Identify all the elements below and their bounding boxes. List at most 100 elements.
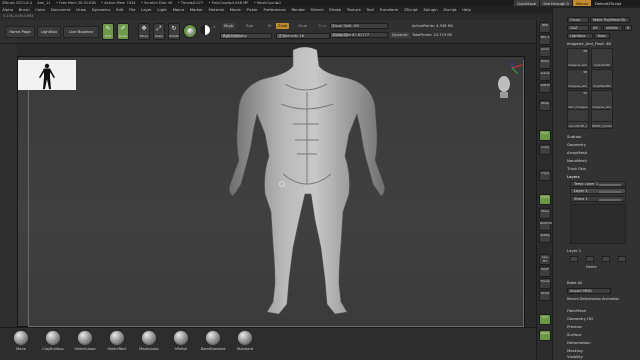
menu-tool[interactable]: Tool	[364, 6, 376, 13]
goz-all-button[interactable]: All	[590, 25, 602, 31]
menu-zscript-2[interactable]: Zscript	[441, 6, 459, 13]
rgb-toggle[interactable]: Rgb	[244, 23, 255, 29]
mrgb-toggle[interactable]: Mrgb	[222, 23, 236, 29]
lsym-button[interactable]: L.Sym	[539, 170, 551, 181]
layer-row[interactable]: Stone 1	[570, 196, 626, 202]
layer-new-icon[interactable]	[570, 256, 578, 262]
menu-light[interactable]: Light	[155, 6, 169, 13]
menu-texture[interactable]: Texture	[345, 6, 363, 13]
frame-button[interactable]: Frame	[539, 194, 551, 205]
brush-selectrect[interactable]: SelectRect	[104, 331, 130, 351]
rotate-view-button[interactable]: Rotate	[539, 232, 551, 243]
make-polymesh-button[interactable]: Make PolyMesh3D	[590, 17, 630, 23]
tool-tile[interactable]: 34 Skin_Imogene	[567, 90, 589, 110]
layers-section[interactable]: Layers	[567, 174, 580, 180]
draw-button[interactable]: ✐ Draw	[117, 23, 129, 40]
record-deformation-button[interactable]: Record Deformation Animation	[567, 296, 619, 302]
geometry-section[interactable]: Geometry	[567, 142, 586, 148]
layer-strength-bar[interactable]	[599, 183, 621, 186]
rgb-intensity-slider[interactable]: Rgb Intensity	[220, 33, 272, 39]
menu-edit[interactable]: Edit	[114, 6, 126, 13]
visibility-section[interactable]: Visibility	[567, 354, 583, 360]
tool-tile[interactable]: Cylinder3D	[591, 48, 613, 68]
line-fill-button[interactable]: Line Fill	[539, 254, 551, 265]
menu-file[interactable]: File	[127, 6, 138, 13]
zoom-button[interactable]: Zoom	[539, 58, 551, 69]
menu-picker[interactable]: Picker	[244, 6, 260, 13]
material-swatch[interactable]	[183, 24, 197, 38]
layer-name-button[interactable]: Name	[586, 265, 597, 269]
menu-transform[interactable]: Transform	[377, 6, 400, 13]
deformation-section[interactable]: Deformation	[567, 340, 591, 346]
edit-button[interactable]: ✎ Edit	[102, 23, 114, 40]
spix-button[interactable]: SPix 3	[539, 34, 551, 45]
fibermesh-section[interactable]: FiberMesh	[567, 308, 586, 314]
brush-masklasso[interactable]: MaskLasso	[136, 331, 162, 351]
color-picker-icon[interactable]	[200, 25, 210, 35]
brush-damstandard[interactable]: DamStandard	[200, 331, 226, 351]
layer-move-icon[interactable]	[618, 256, 626, 262]
menu-zplugin[interactable]: Zplugin	[421, 6, 440, 13]
floor-button[interactable]: Floor	[539, 130, 551, 141]
menu-alpha[interactable]: Alpha	[0, 6, 15, 13]
tool-tile[interactable]: PM3D_Cylinder3	[591, 121, 613, 129]
layer-strength-bar[interactable]	[599, 198, 621, 201]
polyf-button[interactable]: PolyF	[539, 266, 551, 277]
menu-macro[interactable]: Macro	[170, 6, 186, 13]
tools-label[interactable]: Tools	[594, 33, 610, 39]
brush-selectlasso[interactable]: SelectLasso	[72, 331, 98, 351]
menu-layer[interactable]: Layer	[139, 6, 154, 13]
subtool-section[interactable]: Subtool	[567, 134, 581, 140]
thick-skin-section[interactable]: Thick Skin	[567, 166, 586, 172]
move-button[interactable]: ✥ Move	[138, 23, 150, 40]
menu-document[interactable]: Document	[49, 6, 73, 13]
z-intensity-slider[interactable]: Z Intensity 18	[276, 33, 330, 39]
zoom3d-button[interactable]: Zoom3D	[539, 220, 552, 231]
navigator-thumbnail[interactable]	[18, 60, 76, 90]
clone-button[interactable]: Clone	[567, 17, 589, 23]
rotate-button[interactable]: ↻ Rotate	[168, 23, 180, 40]
tool-tile[interactable]: 38 Imogene_Ami_Fina	[567, 48, 589, 68]
arraymesh-section[interactable]: ArrayMesh	[567, 150, 587, 156]
scale-button[interactable]: ⤢ Scale	[153, 23, 165, 40]
solo-button[interactable]: Solo	[539, 314, 551, 325]
dynamic-toggle[interactable]: Dynamic	[390, 32, 410, 38]
surface-section[interactable]: Surface	[567, 332, 581, 338]
brush-claybuildup[interactable]: ClayBuildup	[40, 331, 66, 351]
import-mdd-button[interactable]: Import MDD	[567, 288, 611, 294]
goz-r-button[interactable]: R	[624, 25, 632, 31]
brush-hpolish[interactable]: hPolish	[168, 331, 194, 351]
focal-shift-slider[interactable]: Focal Shift -99	[330, 23, 388, 29]
preview-section[interactable]: Preview	[567, 324, 582, 330]
xpose-button[interactable]: Xpose	[539, 330, 551, 341]
m-toggle[interactable]: M	[266, 23, 273, 29]
menu-movie[interactable]: Movie	[227, 6, 243, 13]
menu-zscript[interactable]: ZScript	[402, 6, 420, 13]
lightbox-tools-button[interactable]: Lightbox	[567, 33, 593, 39]
lightbox-button[interactable]: LightBox	[37, 26, 61, 38]
menu-help[interactable]: Help	[460, 6, 473, 13]
transp-button[interactable]: Transp	[539, 278, 551, 289]
menu-dynamics[interactable]: Dynamics	[90, 6, 113, 13]
layer-strength-bar[interactable]	[599, 190, 621, 193]
menu-render[interactable]: Render	[289, 6, 307, 13]
menu-draw[interactable]: Draw	[74, 6, 88, 13]
tool-tile[interactable]: Imogene_Ami_Fin	[591, 90, 613, 110]
zcut-toggle[interactable]: Zcut	[316, 23, 328, 29]
menu-color[interactable]: Color	[33, 6, 47, 13]
scroll-button[interactable]: Scroll	[539, 46, 551, 57]
navigation-gizmo[interactable]	[492, 62, 524, 102]
bpr-button[interactable]: BPR	[539, 22, 551, 33]
menu-stencil[interactable]: Stencil	[308, 6, 325, 13]
actual-button[interactable]: Actual	[539, 70, 551, 81]
tool-tile[interactable]: 38 Imogene_Ami_Fina	[567, 69, 589, 89]
home-page-button[interactable]: Home Page	[5, 26, 35, 38]
brush-standard[interactable]: Standard	[232, 331, 258, 351]
local-button[interactable]: Local	[539, 144, 551, 155]
menu-stroke[interactable]: Stroke	[327, 6, 343, 13]
menu-preferences[interactable]: Preferences	[261, 6, 288, 13]
persp-button[interactable]: Persp	[539, 100, 551, 111]
sculpt-model[interactable]	[215, 44, 395, 319]
brush-move[interactable]: Move	[8, 331, 34, 351]
menu-material[interactable]: Material	[206, 6, 226, 13]
